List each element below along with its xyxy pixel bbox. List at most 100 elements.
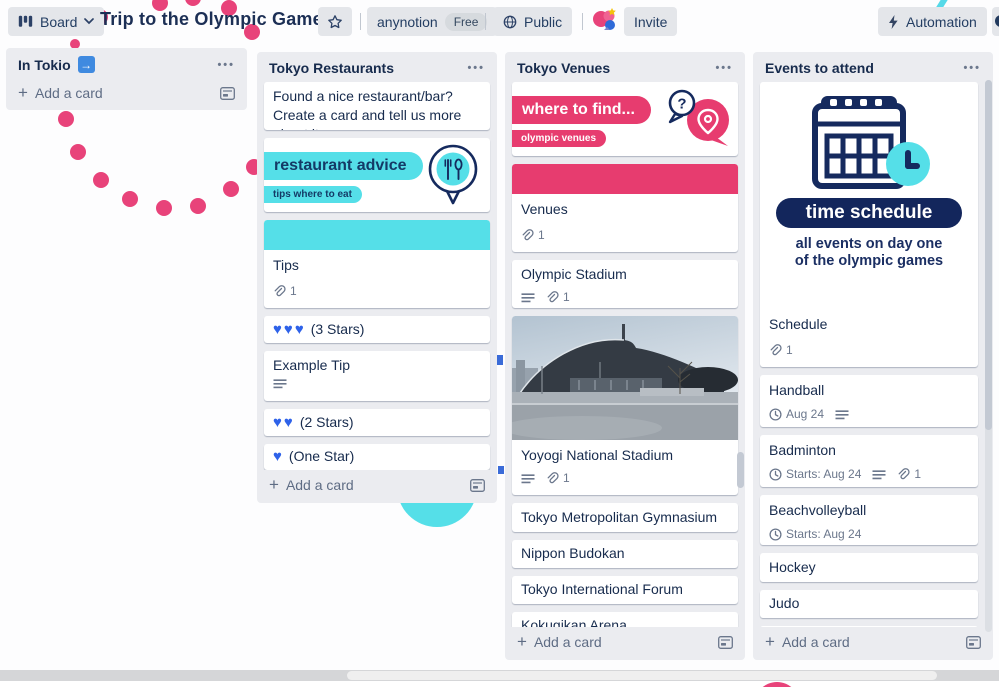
cover-pill-small: olympic venues [512,130,607,147]
list-scrollbar-thumb[interactable] [985,80,992,430]
list-title[interactable]: Events to attend [765,60,874,76]
card-title: Hockey [769,559,816,575]
rocket-icon [995,15,999,27]
card-beachvolleyball[interactable]: Beachvolleyball Starts: Aug 24 [760,495,978,545]
yoyogi-stadium-photo [512,316,738,440]
attachment-badge: 1 [769,341,793,360]
card-title: Badminton [769,442,836,458]
card-badminton[interactable]: Badminton Starts: Aug 24 1 [760,435,978,487]
cover-pill: time schedule [776,198,962,228]
cards-container: Found a nice restaurant/bar? Create a ca… [263,81,491,470]
bg-dot [122,191,138,207]
bg-dot [156,200,172,216]
attachment-badge: 1 [546,288,570,307]
due-date-badge: Aug 24 [769,405,824,424]
card-template-icon[interactable] [220,86,235,100]
invite-label: Invite [634,13,668,30]
card-hockey[interactable]: Hockey [760,553,978,582]
workspace-button[interactable]: anynotion Free [367,7,498,36]
list-menu-button[interactable]: ••• [715,62,733,74]
list-menu-button[interactable]: ••• [217,59,235,71]
cover-caption-line1: all events on day one [795,236,943,252]
card-handball[interactable]: Handball Aug 24 [760,375,978,427]
card-tokyo-metropolitan-gymnasium[interactable]: Tokyo Metropolitan Gymnasium [512,503,738,532]
card-venues[interactable]: Venues 1 [512,164,738,252]
attachment-badge: 1 [546,469,570,488]
visibility-button[interactable]: Public [493,7,573,36]
blue-hearts: ♥♥ [273,414,295,431]
card-nippon-budokan[interactable]: Nippon Budokan [512,540,738,568]
rocket-powerups-button-partial[interactable] [992,7,999,36]
list-menu-button[interactable]: ••• [963,62,981,74]
restaurant-pin-icon [424,143,482,207]
board-title[interactable]: Trip to the Olympic Games [100,9,333,30]
add-card-button[interactable]: + Add a card [263,470,491,503]
card-restaurant-advice-cover[interactable]: restaurant advice tips where to eat [264,138,490,212]
card-template-icon[interactable] [718,635,733,649]
card-two-stars[interactable]: ♥♥ (2 Stars) [264,409,490,436]
list-scrollbar-thumb[interactable] [737,452,744,488]
list-title[interactable]: Tokyo Restaurants [269,60,394,76]
cover-pill-large: restaurant advice [264,152,423,180]
card-title: Judo [769,595,800,611]
card-judo[interactable]: Judo [760,590,978,618]
card-yoyogi-stadium[interactable]: Yoyogi National Stadium 1 [512,316,738,495]
card-title: Beachvolleyball [769,502,867,518]
attachment-badge: 1 [273,282,297,301]
plus-icon: + [517,632,527,651]
board-hscrollbar-thumb[interactable] [347,671,937,680]
arrow-right-emoji: → [77,56,95,73]
description-icon [273,379,287,389]
add-card-button[interactable]: + Add a card [759,627,987,660]
card-kokugikan-arena[interactable]: Kokugikan Arena [512,612,738,627]
card-horse-riding[interactable]: Horse riding [760,626,978,627]
add-card-label: Add a card [533,634,602,650]
card-three-stars[interactable]: ♥♥♥ (3 Stars) [264,316,490,343]
invite-button[interactable]: Invite [624,7,678,36]
card-schedule[interactable]: time schedule all events on day one of t… [760,82,978,367]
card-olympic-stadium[interactable]: Olympic Stadium 1 [512,260,738,308]
page-bottom-strip [0,681,999,687]
card-title: Olympic Stadium [521,266,627,282]
add-card-label: Add a card [781,634,850,650]
star-board-button[interactable] [318,7,352,36]
bg-dot [93,172,109,188]
card-restaurant-info[interactable]: Found a nice restaurant/bar? Create a ca… [264,82,490,130]
member-avatar[interactable] [590,6,620,36]
list-menu-button[interactable]: ••• [467,62,485,74]
plus-icon: + [269,475,279,494]
list-tokyo-venues: Tokyo Venues ••• where to find... olympi… [505,52,745,660]
cover-pill-large: where to find... [512,96,651,124]
card-template-icon[interactable] [966,635,981,649]
attachment-badge: 1 [897,465,921,484]
board-view-switcher[interactable]: Board [8,7,105,36]
bg-blue-square [498,466,504,474]
description-icon [521,473,535,484]
list-title[interactable]: In Tokio [18,57,71,73]
list-header: Tokyo Restaurants ••• [263,52,491,81]
card-title: Tokyo International Forum [521,581,683,597]
add-card-button[interactable]: + Add a card [511,627,739,660]
star-icon [327,14,343,30]
cover-pill-small: tips where to eat [264,186,362,203]
card-one-star[interactable]: ♥ (One Star) [264,444,490,470]
add-card-button[interactable]: + Add a card [12,78,241,111]
list-title[interactable]: Tokyo Venues [517,60,610,76]
cover-caption-line2: of the olympic games [794,253,944,269]
card-tokyo-international-forum[interactable]: Tokyo International Forum [512,576,738,604]
list-scrollbar-track[interactable] [985,80,992,632]
automation-button[interactable]: Automation [878,7,987,36]
globe-icon [503,15,517,29]
card-title: Nippon Budokan [521,545,625,561]
card-template-icon[interactable] [470,478,485,492]
card-title: Venues [521,201,568,217]
list-header: Tokyo Venues ••• [511,52,739,81]
card-where-to-find-cover[interactable]: where to find... olympic venues ? [512,82,738,156]
blue-hearts: ♥ [273,448,284,465]
card-example-tip[interactable]: Example Tip [264,351,490,401]
list-header: Events to attend ••• [759,52,987,81]
card-tips[interactable]: Tips 1 [264,220,490,308]
list-events-to-attend: Events to attend ••• time schedule all e… [753,52,993,660]
card-title: (One Star) [288,448,355,464]
card-title: Yoyogi National Stadium [521,447,674,463]
